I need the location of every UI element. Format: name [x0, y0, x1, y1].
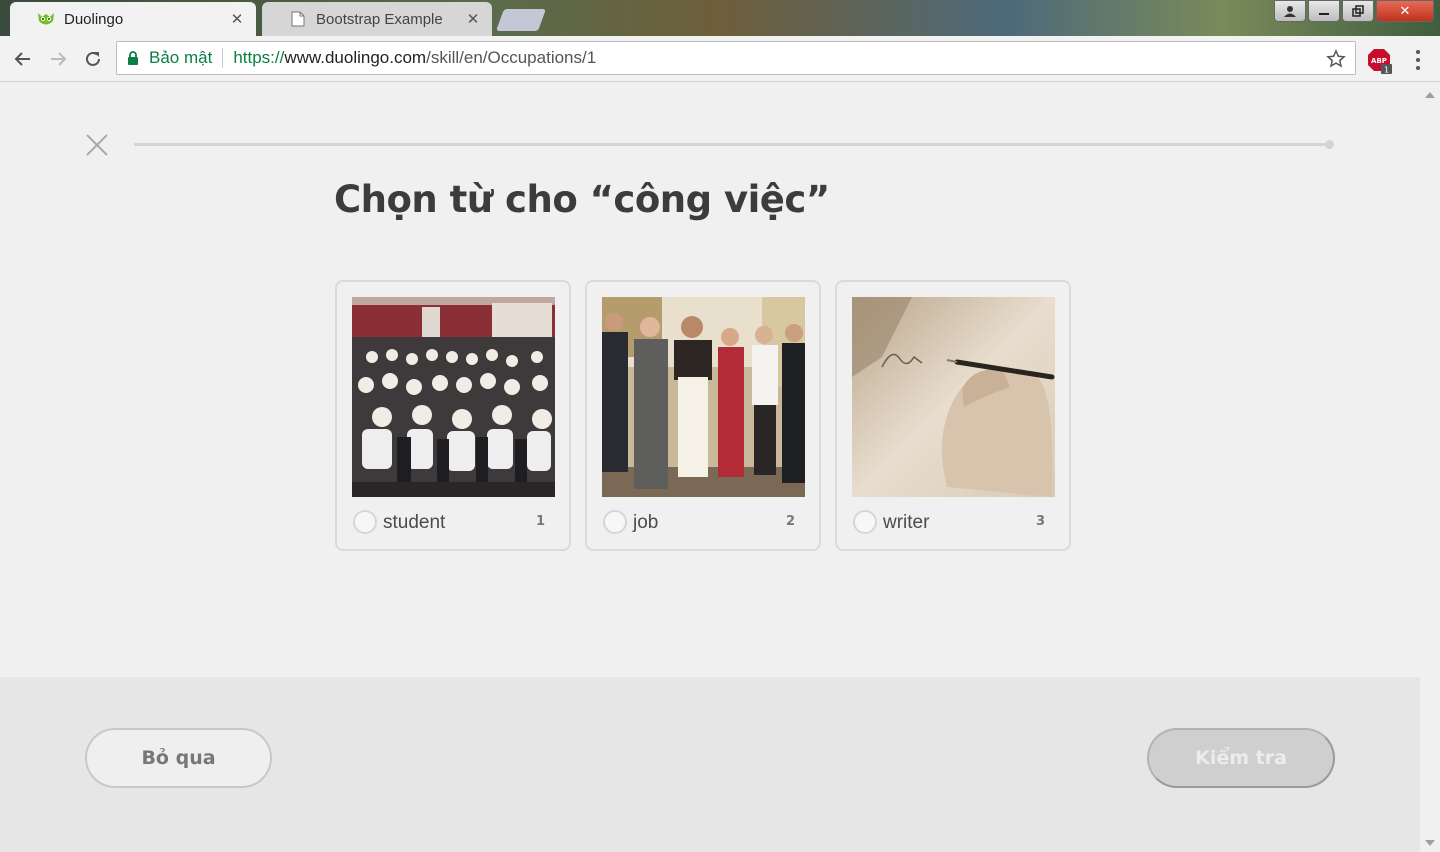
- address-bar[interactable]: Bảo mật https://www.duolingo.com/skill/e…: [116, 41, 1356, 75]
- choice-key-hint: 1: [535, 514, 545, 529]
- url-path: /skill/en/Occupations/1: [426, 48, 597, 67]
- lock-icon: [127, 49, 141, 67]
- close-tab-icon[interactable]: ✕: [464, 10, 482, 28]
- page-icon: [288, 9, 308, 29]
- reload-icon[interactable]: [80, 46, 106, 72]
- classroom-students-photo: [352, 297, 555, 497]
- choice-card-writer[interactable]: writer 3: [835, 280, 1071, 551]
- url-host: www.duolingo.com: [284, 48, 427, 67]
- group-people-photo: [602, 297, 805, 497]
- minimize-button[interactable]: [1308, 0, 1340, 22]
- choice-card-student[interactable]: student 1: [335, 280, 571, 551]
- lesson-progress-bar: [134, 143, 1330, 146]
- omnibox-divider: [222, 48, 224, 68]
- skip-button[interactable]: Bỏ qua: [85, 728, 272, 788]
- close-window-button[interactable]: ✕: [1376, 0, 1434, 22]
- choice-radio[interactable]: [853, 510, 877, 534]
- scroll-down-arrow-icon[interactable]: [1425, 840, 1435, 846]
- url-text: https://www.duolingo.com/skill/en/Occupa…: [233, 48, 596, 68]
- security-label: Bảo mật: [149, 48, 213, 67]
- browser-toolbar: Bảo mật https://www.duolingo.com/skill/e…: [0, 36, 1440, 82]
- lesson-footer: Bỏ qua Kiểm tra: [0, 677, 1420, 852]
- close-lesson-icon[interactable]: [84, 132, 110, 158]
- svg-text:ABP: ABP: [1371, 57, 1387, 65]
- choice-key-hint: 2: [785, 514, 795, 529]
- choice-word: job: [633, 512, 659, 533]
- lesson-page: Chọn từ cho “công việc” student 1 job 2 …: [0, 82, 1420, 852]
- back-arrow-icon[interactable]: [10, 46, 36, 72]
- restore-button[interactable]: [1342, 0, 1374, 22]
- progress-end-dot: [1325, 140, 1334, 149]
- choice-card-job[interactable]: job 2: [585, 280, 821, 551]
- hand-writing-photo: [852, 297, 1055, 497]
- extension-badge: 1: [1384, 66, 1389, 75]
- new-tab-button[interactable]: [495, 9, 547, 31]
- choice-word: student: [383, 512, 446, 533]
- answer-choices: student 1 job 2 writer 3: [335, 280, 1071, 551]
- adblock-plus-icon[interactable]: ABP 1: [1367, 48, 1392, 75]
- choice-radio[interactable]: [603, 510, 627, 534]
- page-scrollbar[interactable]: [1420, 82, 1440, 852]
- url-scheme: https://: [233, 48, 285, 67]
- bookmark-star-icon[interactable]: [1325, 48, 1347, 70]
- window-controls: ✕: [1274, 0, 1434, 22]
- forward-arrow-icon[interactable]: [45, 46, 71, 72]
- tab-bootstrap-example[interactable]: Bootstrap Example ✕: [262, 2, 492, 36]
- scroll-up-arrow-icon[interactable]: [1425, 92, 1435, 98]
- duolingo-owl-icon: [36, 9, 56, 29]
- check-button: Kiểm tra: [1147, 728, 1335, 788]
- browser-titlebar: Duolingo ✕ Bootstrap Example ✕ ✕: [0, 0, 1440, 36]
- tab-title: Bootstrap Example: [316, 10, 443, 28]
- tab-title: Duolingo: [64, 10, 124, 28]
- question-prompt: Chọn từ cho “công việc”: [334, 178, 830, 221]
- profile-icon[interactable]: [1274, 0, 1306, 22]
- choice-word: writer: [883, 512, 930, 533]
- close-tab-icon[interactable]: ✕: [228, 10, 246, 28]
- tab-duolingo[interactable]: Duolingo ✕: [10, 2, 256, 36]
- choice-key-hint: 3: [1035, 514, 1045, 529]
- choice-radio[interactable]: [353, 510, 377, 534]
- browser-menu-icon[interactable]: [1410, 48, 1426, 72]
